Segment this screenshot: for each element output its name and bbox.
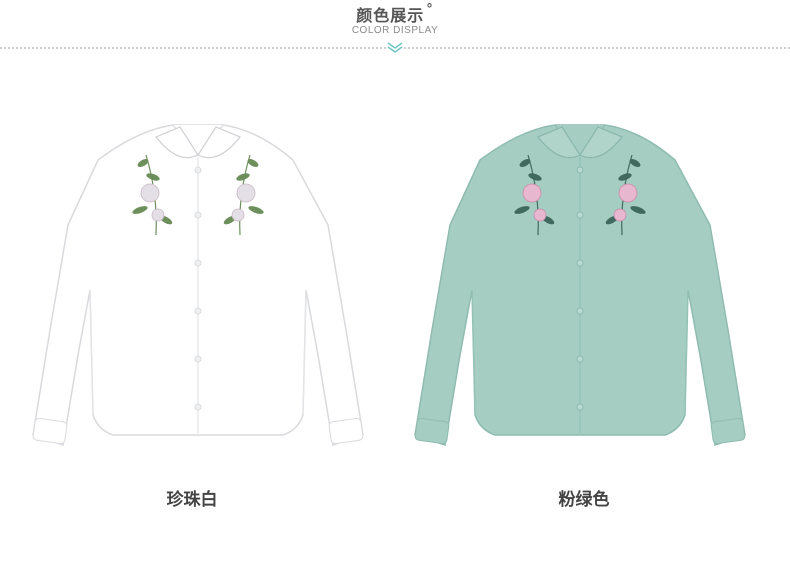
shirt-body: [32, 124, 364, 446]
chevron-down-icon: [386, 41, 404, 55]
color-name-mint-green: 粉绿色: [558, 490, 610, 510]
section-title-text: 颜色展示: [356, 6, 425, 25]
product-image-pearl-white[interactable]: [28, 115, 388, 465]
section-title: 颜色展示 °: [0, 2, 790, 26]
product-image-mint-green[interactable]: [410, 115, 770, 465]
section-subtitle: COLOR DISPLAY: [351, 25, 439, 36]
color-name-pearl-white: 珍珠白: [166, 490, 218, 510]
shirt-body: [414, 124, 746, 446]
section-header: 颜色展示 ° COLOR DISPLAY: [0, 0, 790, 60]
section-title-mark: °: [426, 2, 434, 17]
